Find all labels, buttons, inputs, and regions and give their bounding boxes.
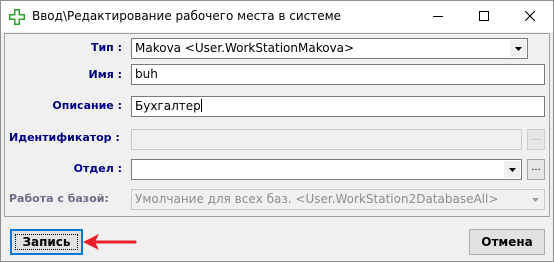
description-field[interactable]: Бухгалтер (131, 96, 545, 117)
chevron-down-icon[interactable] (504, 161, 520, 178)
database-select[interactable]: Умолчание для всех баз. <User.WorkStatio… (131, 189, 545, 210)
title-bar[interactable]: Ввод\Редактирование рабочего места в сис… (1, 1, 553, 32)
cancel-button[interactable]: Отмена (469, 229, 545, 255)
window-title: Ввод\Редактирование рабочего места в сис… (32, 9, 342, 23)
identifier-field[interactable] (131, 129, 522, 150)
text-caret (200, 99, 202, 112)
chevron-down-icon[interactable] (527, 191, 543, 208)
name-field[interactable]: buh (131, 64, 545, 85)
dialog-window: Ввод\Редактирование рабочего места в сис… (0, 0, 554, 262)
minimize-button[interactable] (415, 1, 461, 32)
description-value: Бухгалтер (135, 99, 201, 113)
red-arrow-icon (83, 234, 137, 250)
close-button[interactable] (507, 1, 553, 32)
save-button[interactable]: Запись (10, 229, 83, 255)
close-icon (525, 11, 535, 21)
type-value: Makova <User.WorkStationMakova> (135, 41, 355, 55)
name-value: buh (135, 67, 158, 81)
cancel-button-label: Отмена (481, 235, 533, 249)
cross-plus-icon (9, 9, 25, 25)
focus-rectangle (15, 234, 78, 250)
department-select[interactable] (131, 159, 522, 180)
identifier-browse-button[interactable]: ... (527, 129, 545, 150)
database-value: Умолчание для всех баз. <User.WorkStatio… (135, 192, 499, 206)
department-label: Отдел : (73, 162, 122, 175)
description-label: Описание : (52, 99, 122, 112)
department-browse-button[interactable]: ... (527, 159, 545, 180)
name-label: Имя : (88, 68, 123, 81)
database-label: Работа с базой: (9, 192, 109, 205)
maximize-icon (479, 11, 489, 21)
type-select[interactable]: Makova <User.WorkStationMakova> (131, 38, 528, 59)
minimize-icon (433, 16, 443, 17)
chevron-down-icon[interactable] (510, 40, 526, 57)
identifier-label: Идентификатор : (9, 131, 120, 144)
form-panel: Тип : Makova <User.WorkStationMakova> Им… (4, 33, 550, 217)
maximize-button[interactable] (461, 1, 507, 32)
type-label: Тип : (90, 41, 122, 54)
